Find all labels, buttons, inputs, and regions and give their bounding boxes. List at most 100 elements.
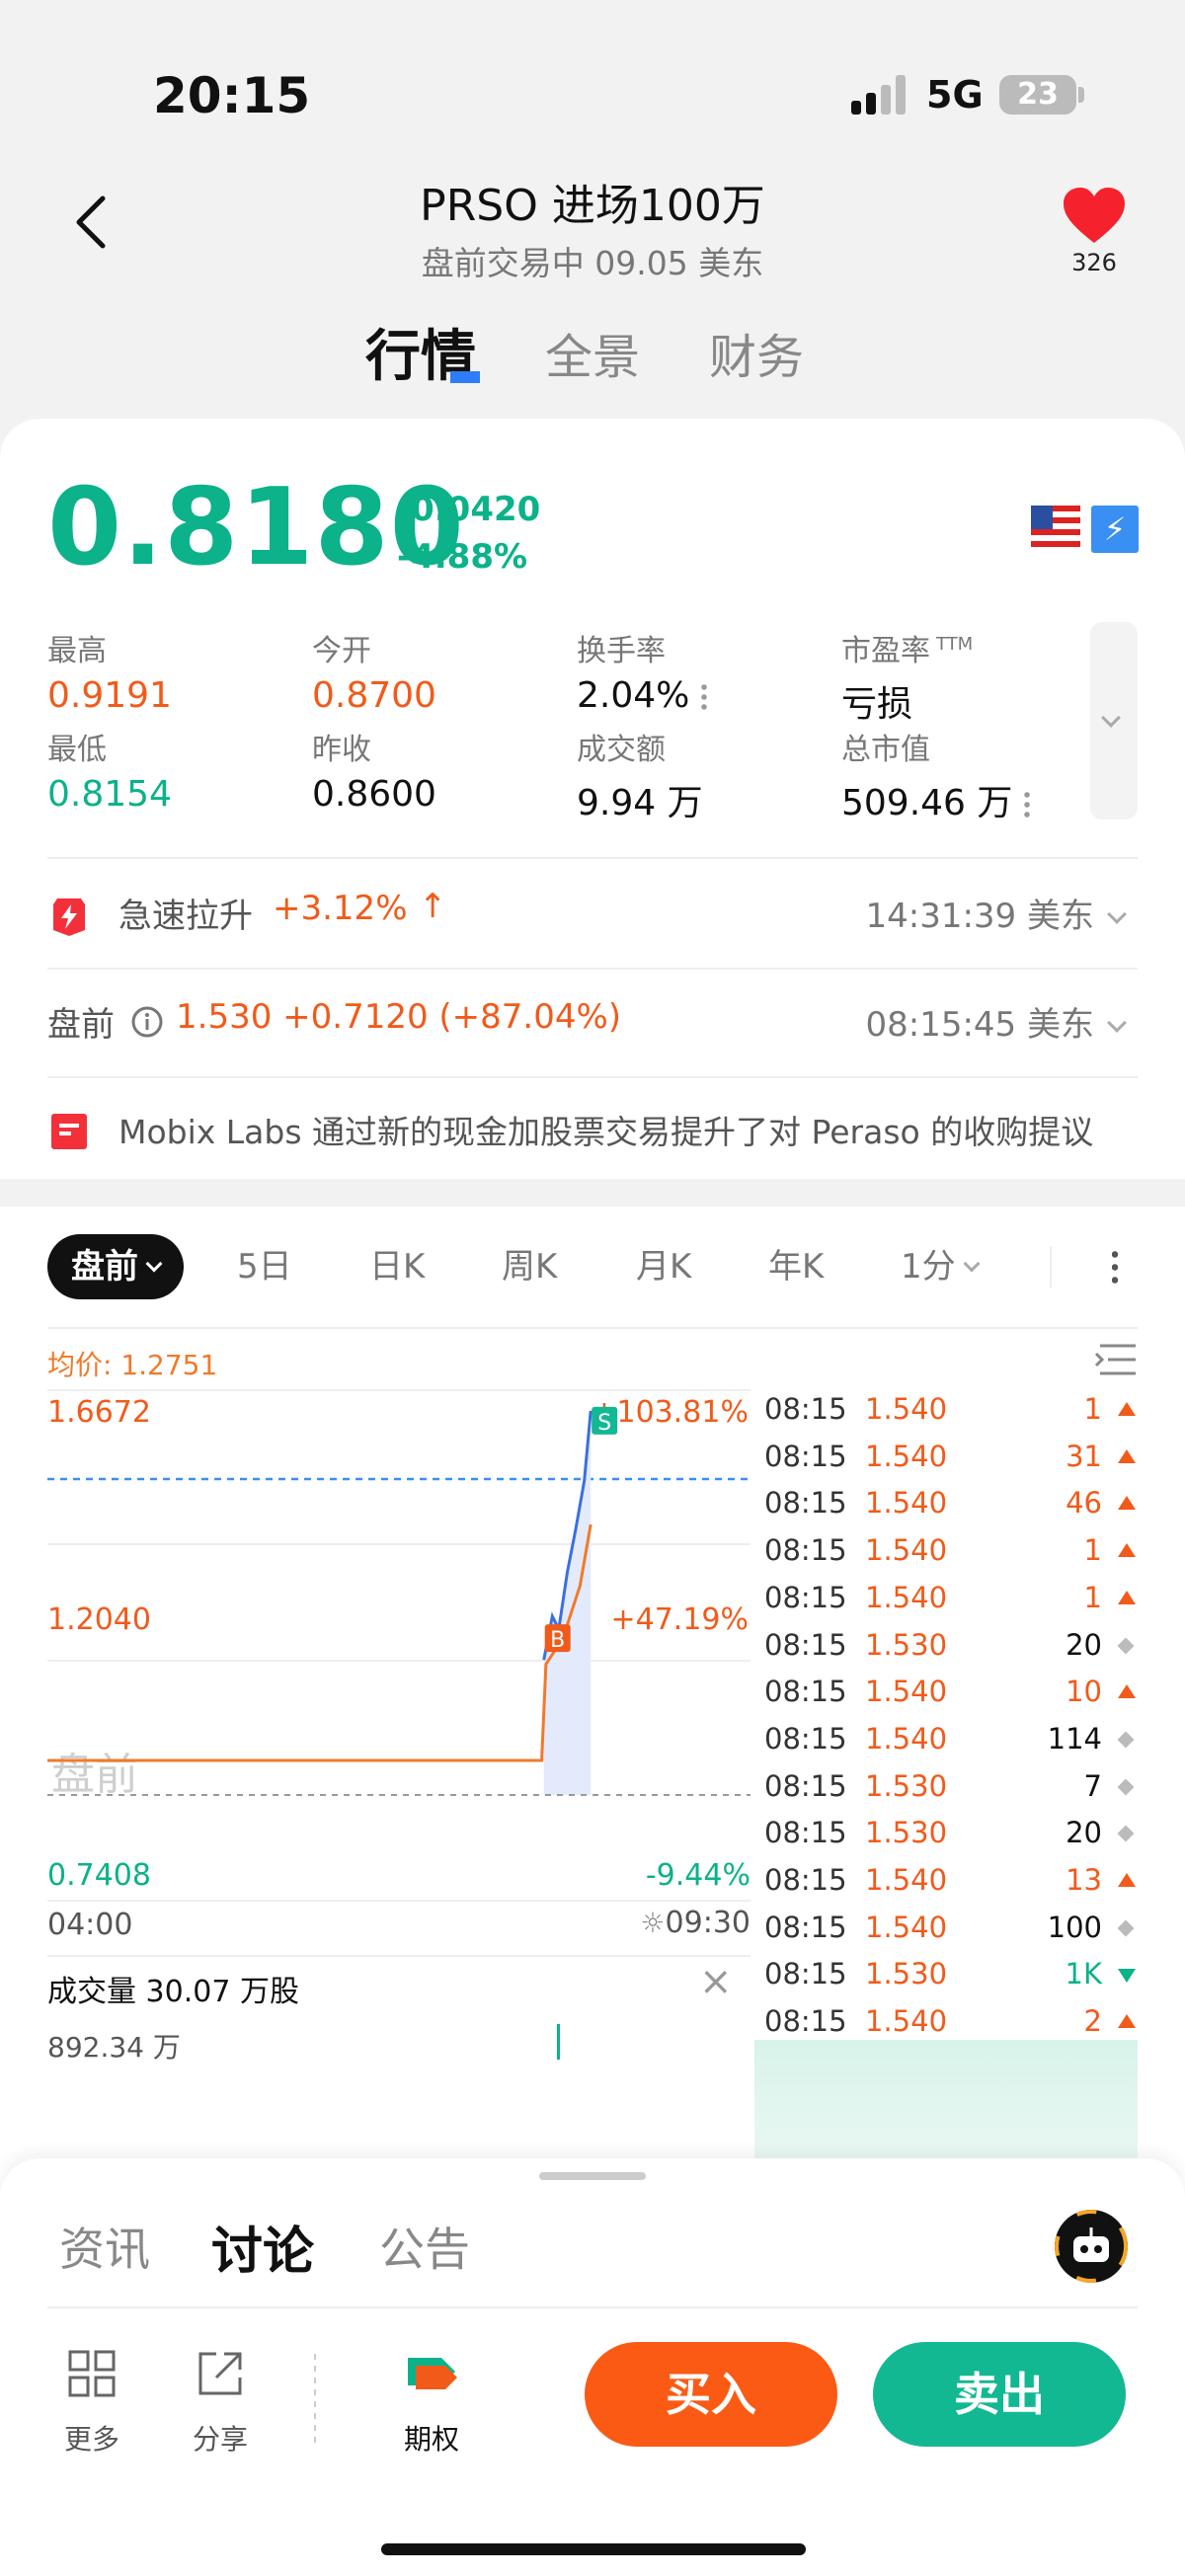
period-tab-day[interactable]: 日K <box>369 1234 425 1299</box>
trade-row: 08:15 1.540 1 <box>754 1386 1138 1433</box>
arrow-up-icon <box>1118 1448 1136 1463</box>
y-mid-label: 1.2040 <box>47 1602 151 1637</box>
trade-volume: 100 <box>1047 1910 1102 1944</box>
header-title-group: PRSO 进场100万 盘前交易中 09.05 美东 <box>296 170 889 284</box>
buy-button[interactable]: 买入 <box>585 2342 837 2447</box>
arrow-up-icon <box>1118 2014 1136 2029</box>
news-row[interactable]: Mobix Labs 通过新的现金加股票交易提升了对 Peraso 的收购提议 <box>47 1106 1138 1165</box>
trade-row: 08:15 1.540 31 <box>754 1434 1138 1480</box>
trade-volume: 13 <box>1066 1863 1102 1897</box>
session-watermark: 盘前 <box>51 1750 138 1800</box>
heart-icon <box>1064 188 1125 243</box>
info-icon[interactable] <box>130 1005 164 1039</box>
neutral-icon <box>1117 1919 1135 1937</box>
arrow-up-icon <box>1118 1496 1136 1511</box>
more-button[interactable]: 更多 <box>47 2348 136 2458</box>
more-dots-icon[interactable] <box>1024 790 1031 820</box>
trade-price: 1.530 <box>865 1768 948 1803</box>
trade-row: 08:15 1.540 114 <box>754 1716 1138 1762</box>
close-icon[interactable]: × <box>699 1959 733 2004</box>
home-indicator <box>381 2543 806 2555</box>
trade-time: 08:15 <box>764 1721 847 1756</box>
stat-high: 最高 0.9191 <box>47 626 172 716</box>
more-dots-icon[interactable] <box>701 682 708 712</box>
period-tab-premarket[interactable]: 盘前 <box>47 1234 184 1299</box>
arrow-up-icon: ↑ <box>419 887 447 926</box>
period-tab-week[interactable]: 周K <box>502 1234 557 1299</box>
favorite-count: 326 <box>1071 249 1117 276</box>
chevron-down-icon <box>1107 1013 1127 1033</box>
tab-announcements[interactable]: 公告 <box>379 2214 470 2279</box>
trade-price: 1.540 <box>865 1533 948 1568</box>
surge-alert-icon <box>53 898 85 936</box>
trade-row: 08:15 1.540 46 <box>754 1480 1138 1526</box>
divider <box>47 1900 750 1902</box>
favorite-button[interactable]: 326 <box>1057 186 1132 276</box>
x-start-label: 04:00 <box>47 1908 133 1942</box>
stat-label: 昨收 <box>312 733 371 767</box>
y-high-label: 1.6672 <box>47 1395 151 1430</box>
trade-price: 1.540 <box>865 1486 948 1521</box>
premarket-time-group: 08:15:45 美东 <box>865 997 1127 1046</box>
price-change: -0.0420 -4.88% <box>397 486 540 581</box>
news-icon <box>51 1114 87 1149</box>
stat-value: 亏损 <box>841 684 913 725</box>
trade-row: 08:15 1.530 7 <box>754 1763 1138 1810</box>
arrow-up-icon <box>1118 1590 1136 1604</box>
news-headline: Mobix Labs 通过新的现金加股票交易提升了对 Peraso 的收购提议 <box>118 1113 1094 1151</box>
more-vertical-icon[interactable] <box>1112 1248 1118 1288</box>
share-icon <box>198 2352 242 2395</box>
list-settings-icon[interactable] <box>1094 1343 1138 1376</box>
divider <box>47 1955 750 1957</box>
period-tab-label: 盘前 <box>71 1247 138 1287</box>
period-tab-1min[interactable]: 1分 <box>901 1234 981 1299</box>
trade-time: 08:15 <box>764 1863 847 1897</box>
ttm-superscript: TTM <box>936 634 974 655</box>
tab-overview[interactable]: 全景 <box>545 318 640 387</box>
arrow-up-icon <box>1118 1873 1136 1887</box>
neutral-icon <box>1117 1637 1135 1654</box>
arrow-down-icon <box>1118 1969 1136 1984</box>
arrow-up-icon <box>1118 1402 1136 1416</box>
premarket-time: 08:15:45 美东 <box>865 1005 1094 1045</box>
sell-marker[interactable]: S <box>592 1406 618 1436</box>
share-button[interactable]: 分享 <box>176 2348 265 2458</box>
change-amount: -0.0420 <box>397 490 541 529</box>
trade-time: 08:15 <box>764 2004 847 2039</box>
back-button[interactable] <box>69 193 113 252</box>
stat-market-cap: 总市值 509.46 万 <box>841 725 1031 825</box>
trade-volume: 31 <box>1066 1439 1102 1473</box>
period-tab-month[interactable]: 月K <box>636 1234 691 1299</box>
trade-price: 1.540 <box>865 1675 948 1709</box>
sell-marker-label: S <box>597 1411 611 1436</box>
trade-price: 1.540 <box>865 1580 948 1614</box>
expand-stats-button[interactable] <box>1090 622 1138 820</box>
buy-marker[interactable]: B <box>544 1624 571 1653</box>
trade-row: 08:15 1.530 20 <box>754 1810 1138 1856</box>
period-tab-label: 1分 <box>901 1247 956 1287</box>
trade-row: 08:15 1.530 1K <box>754 1951 1138 1997</box>
stat-label: 市盈率 <box>841 634 930 668</box>
sheet-grabber[interactable] <box>539 2172 646 2180</box>
share-label: 分享 <box>192 2423 248 2456</box>
lightning-icon[interactable]: ⚡ <box>1091 506 1139 553</box>
divider <box>47 2306 1138 2308</box>
options-button[interactable]: 期权 <box>387 2348 476 2458</box>
tab-news[interactable]: 资讯 <box>59 2214 150 2279</box>
period-tab-year[interactable]: 年K <box>768 1234 824 1299</box>
tab-discussion[interactable]: 讨论 <box>211 2210 314 2284</box>
book-highlight <box>754 2040 1138 2158</box>
x-end-group: ☼09:30 <box>638 1906 750 1940</box>
period-tab-5d[interactable]: 5日 <box>237 1234 292 1299</box>
premarket-row[interactable]: 盘前 1.530 +0.7120 (+87.04%) 08:15:45 美东 <box>47 997 1138 1056</box>
surge-alert-row[interactable]: 急速拉升 +3.12% ↑ 14:31:39 美东 <box>47 887 1138 948</box>
trade-time: 08:15 <box>764 1675 847 1709</box>
trade-volume: 46 <box>1066 1486 1102 1521</box>
sell-button[interactable]: 卖出 <box>873 2342 1126 2447</box>
premarket-label: 盘前 <box>47 1005 115 1045</box>
tab-financials[interactable]: 财务 <box>709 318 804 387</box>
neutral-icon <box>1117 1825 1135 1842</box>
tab-active-indicator <box>450 371 480 383</box>
stat-label: 最低 <box>47 733 107 767</box>
robot-assistant-icon[interactable] <box>1055 2210 1128 2283</box>
